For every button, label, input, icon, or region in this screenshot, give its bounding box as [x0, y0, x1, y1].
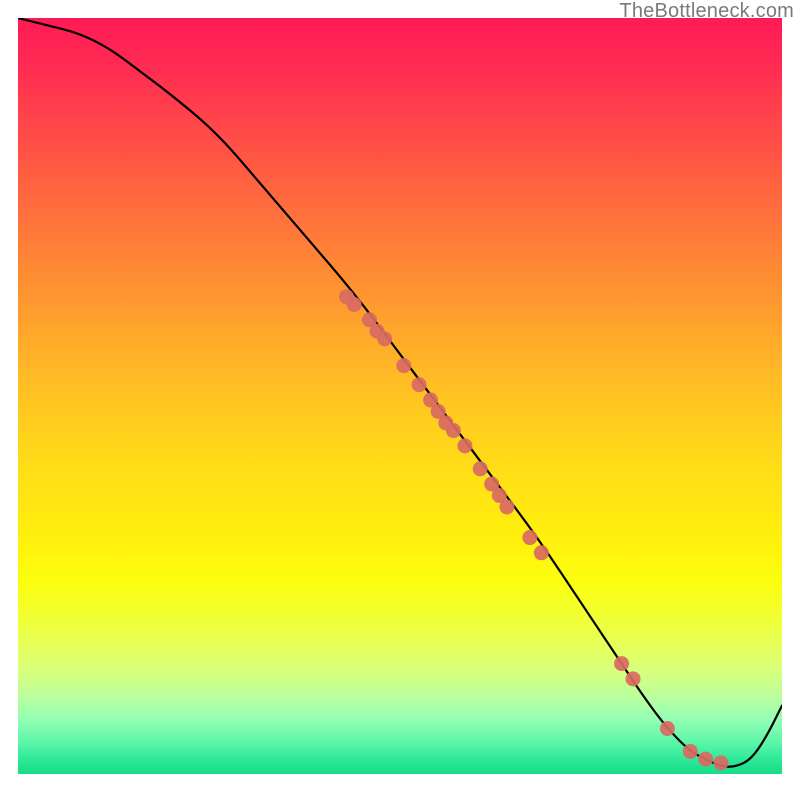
- data-marker: [446, 423, 461, 438]
- chart-stage: TheBottleneck.com: [0, 0, 800, 800]
- data-marker: [377, 331, 392, 346]
- data-marker: [614, 656, 629, 671]
- data-marker: [499, 499, 514, 514]
- data-marker: [660, 721, 675, 736]
- data-marker: [534, 545, 549, 560]
- data-marker: [626, 671, 641, 686]
- data-marker: [683, 744, 698, 759]
- bottleneck-curve: [18, 18, 782, 767]
- data-marker: [713, 755, 728, 770]
- data-marker: [347, 297, 362, 312]
- data-marker: [698, 752, 713, 767]
- baseline-strip: [18, 774, 782, 782]
- chart-svg: [18, 18, 782, 782]
- data-marker: [412, 377, 427, 392]
- plot-area: [18, 18, 782, 782]
- data-marker: [522, 530, 537, 545]
- data-marker: [396, 358, 411, 373]
- data-marker: [473, 461, 488, 476]
- data-marker: [457, 438, 472, 453]
